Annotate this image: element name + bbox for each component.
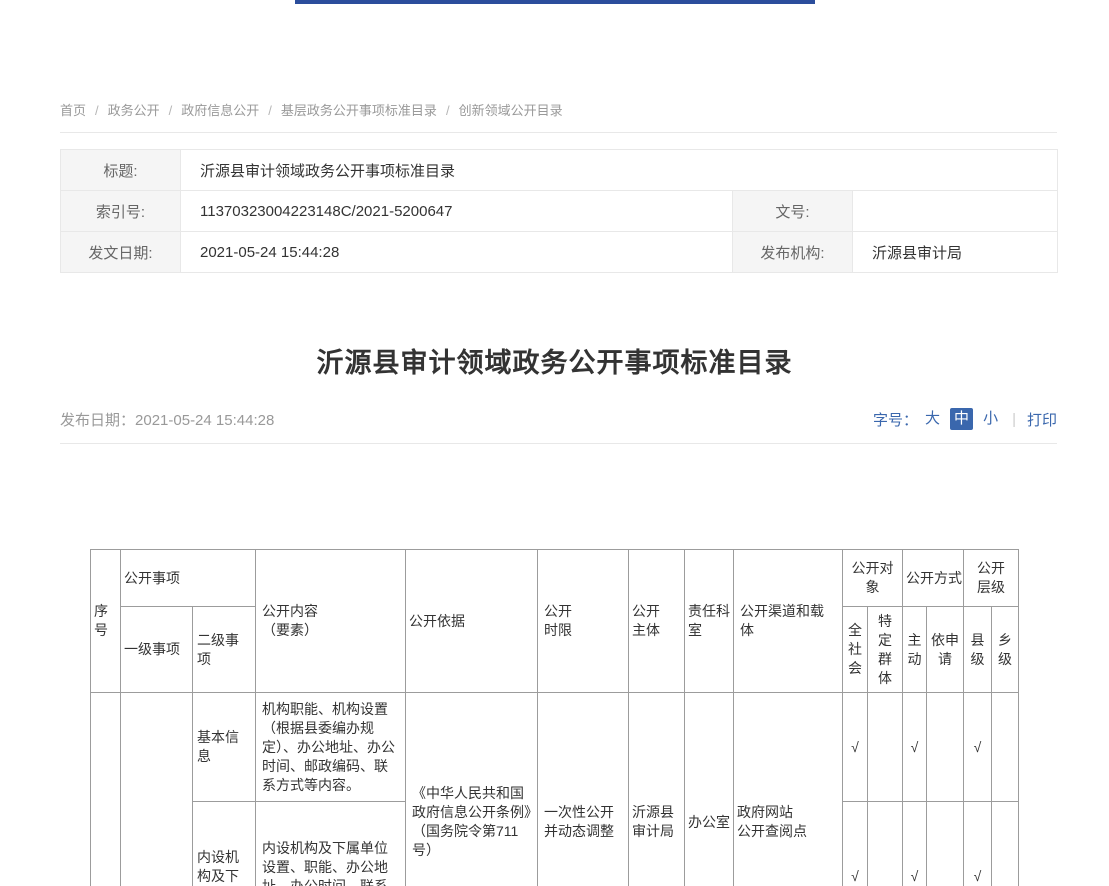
page: 首页 / 政务公开 / 政府信息公开 / 基层政务公开事项标准目录 / 创新领域公开目录 标题:… [0,0,1109,886]
cell-level2-item: 内设机构及下属事业 [193,802,256,886]
cell-check-county: √ [964,693,992,802]
cell-time-limit: 一次性公开并动态调整 [538,693,629,886]
breadcrumb-separator: / [95,103,99,118]
col-header-county: 县 级 [964,607,992,693]
cell-department: 办公室 [685,693,734,886]
article-info-bar: 发布日期：2021-05-24 15:44:28 字号： 大 中 小 | 打印 [60,408,1057,444]
font-size-label: 字号： [873,409,918,430]
cell-check-township [992,802,1019,886]
cell-check-county: √ [964,802,992,886]
font-size-large-button[interactable]: 大 [925,408,940,430]
cell-level1-item [121,693,193,886]
font-size-medium-button[interactable]: 中 [950,408,973,430]
catalog-row-1: 基本信息 机构职能、机构设置（根据县委编办规定）、办公地址、办公时间、邮政编码、… [91,693,1019,802]
meta-title-value: 沂源县审计领域政务公开事项标准目录 [181,150,1058,191]
meta-row-index: 索引号: 11370323004223148C/2021-5200647 文号: [61,191,1058,232]
publish-date-label: 发布日期： [60,412,135,429]
cell-basis: 《中华人民共和国政府信息公开条例》（国务院令第711号） [406,693,538,886]
font-size-controls: 字号： 大 中 小 | 打印 [873,408,1057,430]
breadcrumb-grassroots-catalog[interactable]: 基层政务公开事项标准目录 [281,103,437,118]
meta-index-value: 11370323004223148C/2021-5200647 [181,191,733,232]
col-header-method: 公开方式 [903,550,964,607]
col-header-disclosure-item: 公开事项 [121,550,256,607]
breadcrumb-separator: / [446,103,450,118]
col-header-level2-item: 二级事项 [193,607,256,693]
cell-check-all-society: √ [843,693,868,802]
meta-title-label: 标题: [61,150,181,191]
breadcrumb-gov-disclosure[interactable]: 政务公开 [108,103,160,118]
divider: | [1012,411,1016,428]
col-header-all-society: 全 社 会 [843,607,868,693]
cell-check-proactive: √ [903,802,927,886]
meta-row-title: 标题: 沂源县审计领域政务公开事项标准目录 [61,150,1058,191]
meta-docnum-label: 文号: [733,191,853,232]
col-header-township: 乡 级 [992,607,1019,693]
col-header-department: 责任科室 [685,550,734,693]
publish-date: 发布日期：2021-05-24 15:44:28 [60,409,274,430]
cell-check-specific-group [868,802,903,886]
publish-date-value: 2021-05-24 15:44:28 [135,412,274,429]
col-header-on-request: 依申 请 [927,607,964,693]
col-header-content: 公开内容 （要素） [256,550,406,693]
meta-agency-value: 沂源县审计局 [853,232,1058,273]
cell-check-on-request [927,693,964,802]
cell-check-specific-group [868,693,903,802]
breadcrumb-current: 创新领域公开目录 [459,103,563,118]
meta-docnum-value [853,191,1058,232]
meta-index-label: 索引号: [61,191,181,232]
col-header-audience: 公开对 象 [843,550,903,607]
print-button[interactable]: 打印 [1027,409,1057,430]
cell-check-on-request [927,802,964,886]
cell-check-township [992,693,1019,802]
breadcrumb: 首页 / 政务公开 / 政府信息公开 / 基层政务公开事项标准目录 / 创新领域公开目录 [60,0,1057,133]
cell-level2-item: 基本信息 [193,693,256,802]
col-header-proactive: 主 动 [903,607,927,693]
meta-issue-date-label: 发文日期: [61,232,181,273]
cell-channel: 政府网站 公开查阅点 [734,693,843,886]
col-header-time-limit: 公开 时限 [538,550,629,693]
breadcrumb-home[interactable]: 首页 [60,103,86,118]
meta-row-date: 发文日期: 2021-05-24 15:44:28 发布机构: 沂源县审计局 [61,232,1058,273]
col-header-level1-item: 一级事项 [121,607,193,693]
cell-content: 内设机构及下属单位设置、职能、办公地址、办公时间、联系方式、负责人姓名/ [256,802,406,886]
cell-content: 机构职能、机构设置（根据县委编办规定）、办公地址、办公时间、邮政编码、联系方式等… [256,693,406,802]
page-title: 沂源县审计领域政务公开事项标准目录 [0,348,1109,378]
breadcrumb-separator: / [169,103,173,118]
col-header-subject: 公开 主体 [629,550,685,693]
cell-check-proactive: √ [903,693,927,802]
catalog-table: 序号 公开事项 公开内容 （要素） 公开依据 公开 时限 公开 主体 责任科室 … [90,549,1019,886]
catalog-header-row-1: 序号 公开事项 公开内容 （要素） 公开依据 公开 时限 公开 主体 责任科室 … [91,550,1019,607]
font-size-small-button[interactable]: 小 [983,408,998,430]
col-header-level: 公开 层级 [964,550,1019,607]
col-header-channel: 公开渠道和载体 [734,550,843,693]
breadcrumb-gov-info-disclosure[interactable]: 政府信息公开 [181,103,259,118]
cell-check-all-society: √ [843,802,868,886]
cell-subject: 沂源县审计局 [629,693,685,886]
col-header-specific-group: 特 定 群 体 [868,607,903,693]
document-meta-table: 标题: 沂源县审计领域政务公开事项标准目录 索引号: 1137032300422… [60,149,1058,273]
top-nav-bar-edge [295,0,815,4]
meta-issue-date-value: 2021-05-24 15:44:28 [181,232,733,273]
cell-serial [91,693,121,886]
breadcrumb-separator: / [268,103,272,118]
meta-agency-label: 发布机构: [733,232,853,273]
col-header-basis: 公开依据 [406,550,538,693]
col-header-serial: 序号 [91,550,121,693]
